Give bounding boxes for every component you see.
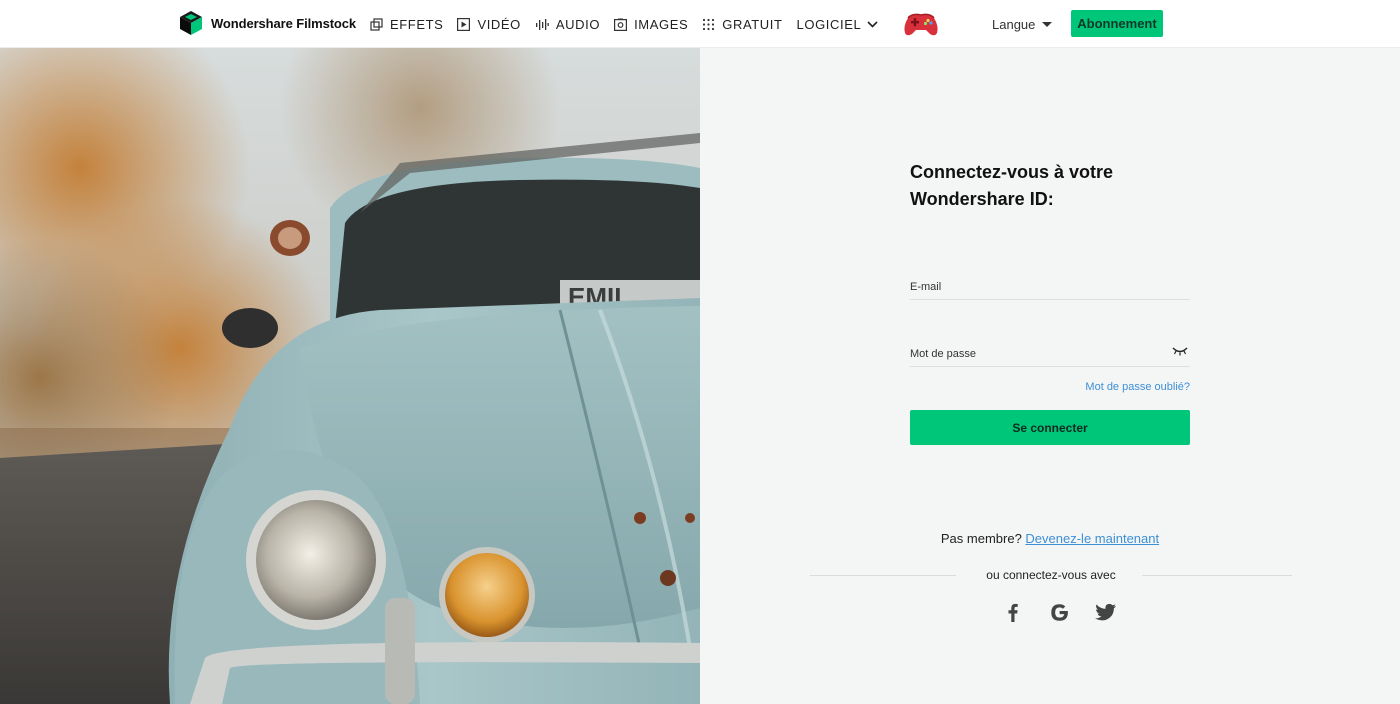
signup-prompt: Pas membre? Devenez-le maintenant [810,531,1290,546]
password-field-wrapper [910,343,1190,367]
email-field[interactable] [910,276,1190,298]
vintage-car-image: EMIL [0,48,700,704]
nav-audio[interactable]: AUDIO [535,0,600,48]
login-title: Connectez-vous à votre Wondershare ID: [910,159,1210,213]
facebook-icon [1008,603,1018,622]
nav-gratuit[interactable]: GRATUIT [702,0,782,48]
google-login-button[interactable] [1036,600,1082,624]
hero-photo: EMIL [0,48,700,704]
brand-logo[interactable]: Wondershare Filmstock [180,11,356,35]
nav-effets[interactable]: EFFETS [370,0,443,48]
google-icon [1050,603,1068,621]
not-member-text: Pas membre? [940,531,1022,546]
social-divider: ou connectez-vous avec [810,567,1292,583]
title-line-2: Wondershare ID: [910,189,1054,209]
audio-wave-icon [535,18,549,30]
signup-link[interactable]: Devenez-le maintenant [1025,531,1159,546]
nav-logiciel[interactable]: LOGICIEL [797,0,879,48]
subscribe-button[interactable]: Abonnement [1071,10,1163,37]
language-selector[interactable]: Langue [992,0,1053,48]
nav-label: IMAGES [634,16,689,32]
title-line-1: Connectez-vous à votre [910,162,1114,182]
caret-down-icon [1042,21,1053,27]
image-icon [614,18,628,31]
login-panel: Connectez-vous à votre Wondershare ID: M… [700,48,1400,704]
nav-label: AUDIO [555,16,601,32]
filmstock-logo-icon [180,11,202,35]
password-field[interactable] [910,343,1190,365]
nav-label: LOGICIEL [796,16,862,32]
divider-line-right [1142,575,1292,576]
facebook-login-button[interactable] [990,600,1036,624]
login-button[interactable]: Se connecter [910,410,1190,445]
chevron-down-icon [867,20,878,28]
grid-dots-icon [703,18,715,30]
social-login-buttons [990,600,1128,624]
nav-label: GRATUIT [722,16,783,32]
nav-label: VIDÉO [477,16,521,32]
nav-images[interactable]: IMAGES [614,0,688,48]
main-nav: EFFETS VIDÉO AUDIO IMAGES GRATUIT LOGICI… [370,0,892,48]
video-play-icon [457,17,471,31]
effects-icon [370,17,383,31]
email-field-wrapper [910,276,1190,300]
twitter-login-button[interactable] [1082,600,1128,624]
eye-closed-icon[interactable] [1172,346,1188,356]
forgot-password-link[interactable]: Mot de passe oublié? [1030,381,1190,393]
nav-video[interactable]: VIDÉO [457,0,520,48]
gamepad-icon[interactable] [902,10,940,38]
brand-name: Wondershare Filmstock [211,15,357,31]
nav-label: EFFETS [390,16,444,32]
language-label: Langue [992,16,1036,32]
top-navbar: Wondershare Filmstock EFFETS VIDÉO AUDIO… [0,0,1400,48]
twitter-icon [1094,603,1116,620]
